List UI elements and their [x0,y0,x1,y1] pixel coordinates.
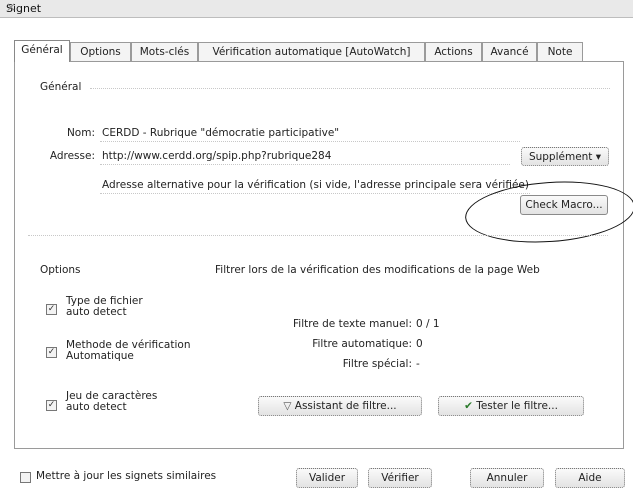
alt-address-text: Adresse alternative pour la vérification… [102,179,529,191]
tab-general[interactable]: Général [14,40,70,62]
test-filter-button[interactable]: ✔ Tester le filtre... [438,396,584,416]
validate-button[interactable]: Valider [296,468,358,488]
tab-note[interactable]: Note [537,42,583,61]
special-filter-value: - [416,358,420,370]
filetype-label: Type de fichier auto detect [66,296,143,318]
tab-autowatch[interactable]: Vérification automatique [AutoWatch] [198,42,425,61]
name-field[interactable]: CERDD - Rubrique "démocratie participati… [102,127,339,139]
tab-advanced[interactable]: Avancé [482,42,537,61]
manual-filter-label: Filtre de texte manuel: [293,318,412,330]
verify-button[interactable]: Vérifier [368,468,432,488]
tab-actions[interactable]: Actions [425,42,482,61]
help-button[interactable]: Aide [555,468,625,488]
section-divider [90,88,610,89]
address-field-underline [100,164,510,165]
filter-assistant-label: Assistant de filtre... [294,400,397,412]
filter-funnel-icon: ▽ [283,400,295,412]
test-filter-label: Tester le filtre... [476,400,558,412]
update-similar-label: Mettre à jour les signets similaires [36,470,217,482]
tab-keywords[interactable]: Mots-clés [131,42,198,61]
method-checkbox[interactable]: ✓ [46,347,57,358]
section-divider [28,235,608,236]
alt-address-underline [100,193,530,194]
special-filter-label: Filtre spécial: [342,358,412,370]
general-section-label: Général [40,81,82,93]
filetype-checkbox[interactable]: ✓ [46,304,57,315]
close-icon[interactable]: × [6,0,627,14]
charset-label: Jeu de caractères auto detect [66,391,157,413]
name-label: Nom: [66,127,95,139]
name-field-underline [100,141,520,142]
filetype-label-line2: auto detect [66,306,127,318]
auto-filter-value: 0 [416,338,423,350]
charset-label-line2: auto detect [66,401,127,413]
charset-checkbox[interactable]: ✓ [46,400,57,411]
method-label-line2: Automatique [66,350,134,362]
options-section-label: Options [40,264,81,276]
auto-filter-label: Filtre automatique: [312,338,412,350]
filter-heading: Filtrer lors de la vérification des modi… [215,264,540,276]
address-field[interactable]: http://www.cerdd.org/spip.php?rubrique28… [102,150,331,162]
supplement-button[interactable]: Supplément ▾ [521,147,609,166]
cancel-button[interactable]: Annuler [470,468,544,488]
window-titlebar: Signet × [0,0,633,18]
checkmark-icon: ✔ [464,400,477,412]
method-label: Methode de vérification Automatique [66,340,190,362]
filter-assistant-button[interactable]: ▽ Assistant de filtre... [258,396,422,416]
update-similar-checkbox[interactable] [20,472,31,483]
address-label: Adresse: [49,150,95,162]
tab-options[interactable]: Options [70,42,131,61]
manual-filter-value: 0 / 1 [416,318,440,330]
